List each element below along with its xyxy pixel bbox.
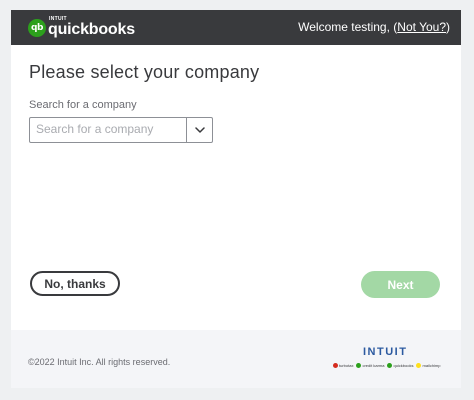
welcome-text: Welcome testing, ( [298,20,398,34]
product-name: turbotax [339,363,354,368]
product-quickbooks: quickbooks [387,363,413,368]
mailchimp-icon [416,363,422,368]
chevron-down-icon [194,127,205,133]
quickbooks-logo-icon: qb [28,19,46,37]
logo-intuit-text: INTUIT [49,16,67,22]
welcome-close: ) [446,20,450,34]
quickbooks-icon [387,363,393,368]
product-name: quickbooks [393,363,414,368]
intuit-logo: INTUIT [363,346,408,358]
product-mailchimp: mailchimp [416,363,441,368]
company-select-dialog: qb INTUIT quickbooks Welcome testing, (N… [11,10,461,388]
footer: ©2022 Intuit Inc. All rights reserved. I… [11,330,461,388]
product-credit-karma: credit karma [356,363,384,368]
product-turbotax: turbotax [333,363,353,368]
not-you-link[interactable]: Not You? [397,20,446,34]
copyright-text: ©2022 Intuit Inc. All rights reserved. [28,357,171,367]
company-search-input[interactable] [30,118,186,140]
header-bar: qb INTUIT quickbooks Welcome testing, (N… [11,10,461,45]
quickbooks-logo: qb INTUIT quickbooks [28,16,135,40]
product-name: mailchimp [422,363,441,368]
next-button[interactable]: Next [361,271,440,298]
dropdown-toggle-button[interactable] [186,118,212,142]
page-title: Please select your company [29,62,260,82]
turbotax-icon [333,363,338,368]
product-logos: turbotax credit karma quickbooks mailchi… [333,363,441,368]
search-label: Search for a company [29,99,137,111]
company-search-combobox [29,117,213,143]
no-thanks-button[interactable]: No, thanks [30,271,120,296]
credit-karma-icon [356,363,362,368]
welcome-message: Welcome testing, (Not You?) [298,20,450,34]
product-name: credit karma [362,363,385,368]
